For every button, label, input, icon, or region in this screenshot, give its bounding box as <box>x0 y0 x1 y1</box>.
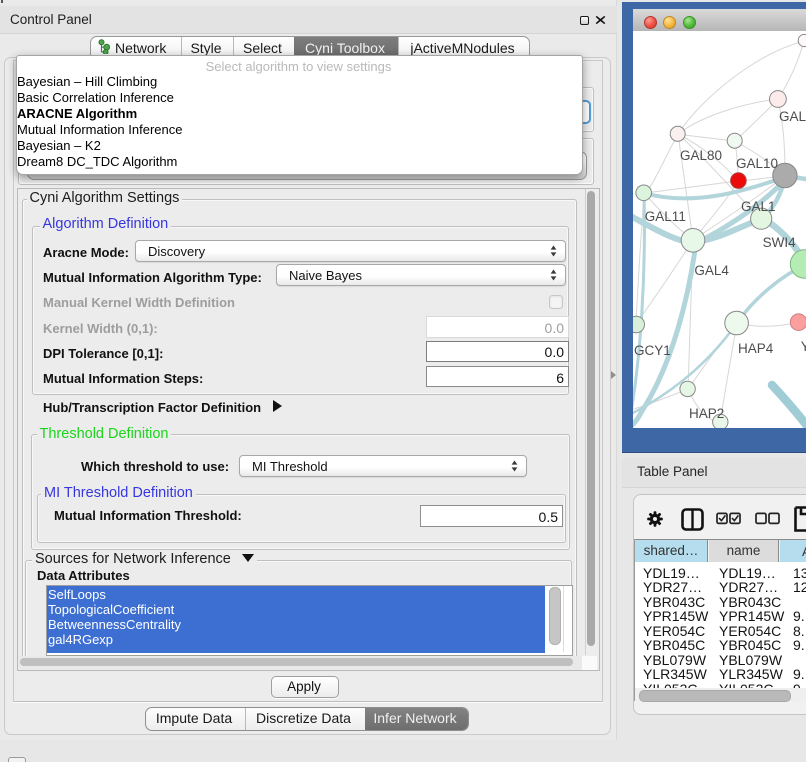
svg-text:SWI4: SWI4 <box>763 235 796 250</box>
svg-text:GAL7: GAL7 <box>779 109 806 124</box>
svg-text:GCY1: GCY1 <box>634 343 671 358</box>
svg-text:YD: YD <box>801 339 806 354</box>
svg-text:GAL10: GAL10 <box>736 156 778 171</box>
svg-text:GAL4: GAL4 <box>694 263 729 278</box>
svg-text:HAP4: HAP4 <box>738 341 774 356</box>
svg-text:GAL11: GAL11 <box>645 209 686 224</box>
svg-text:HAP2: HAP2 <box>689 406 724 421</box>
svg-text:GAL1: GAL1 <box>741 199 776 214</box>
svg-text:GAL80: GAL80 <box>680 148 722 163</box>
